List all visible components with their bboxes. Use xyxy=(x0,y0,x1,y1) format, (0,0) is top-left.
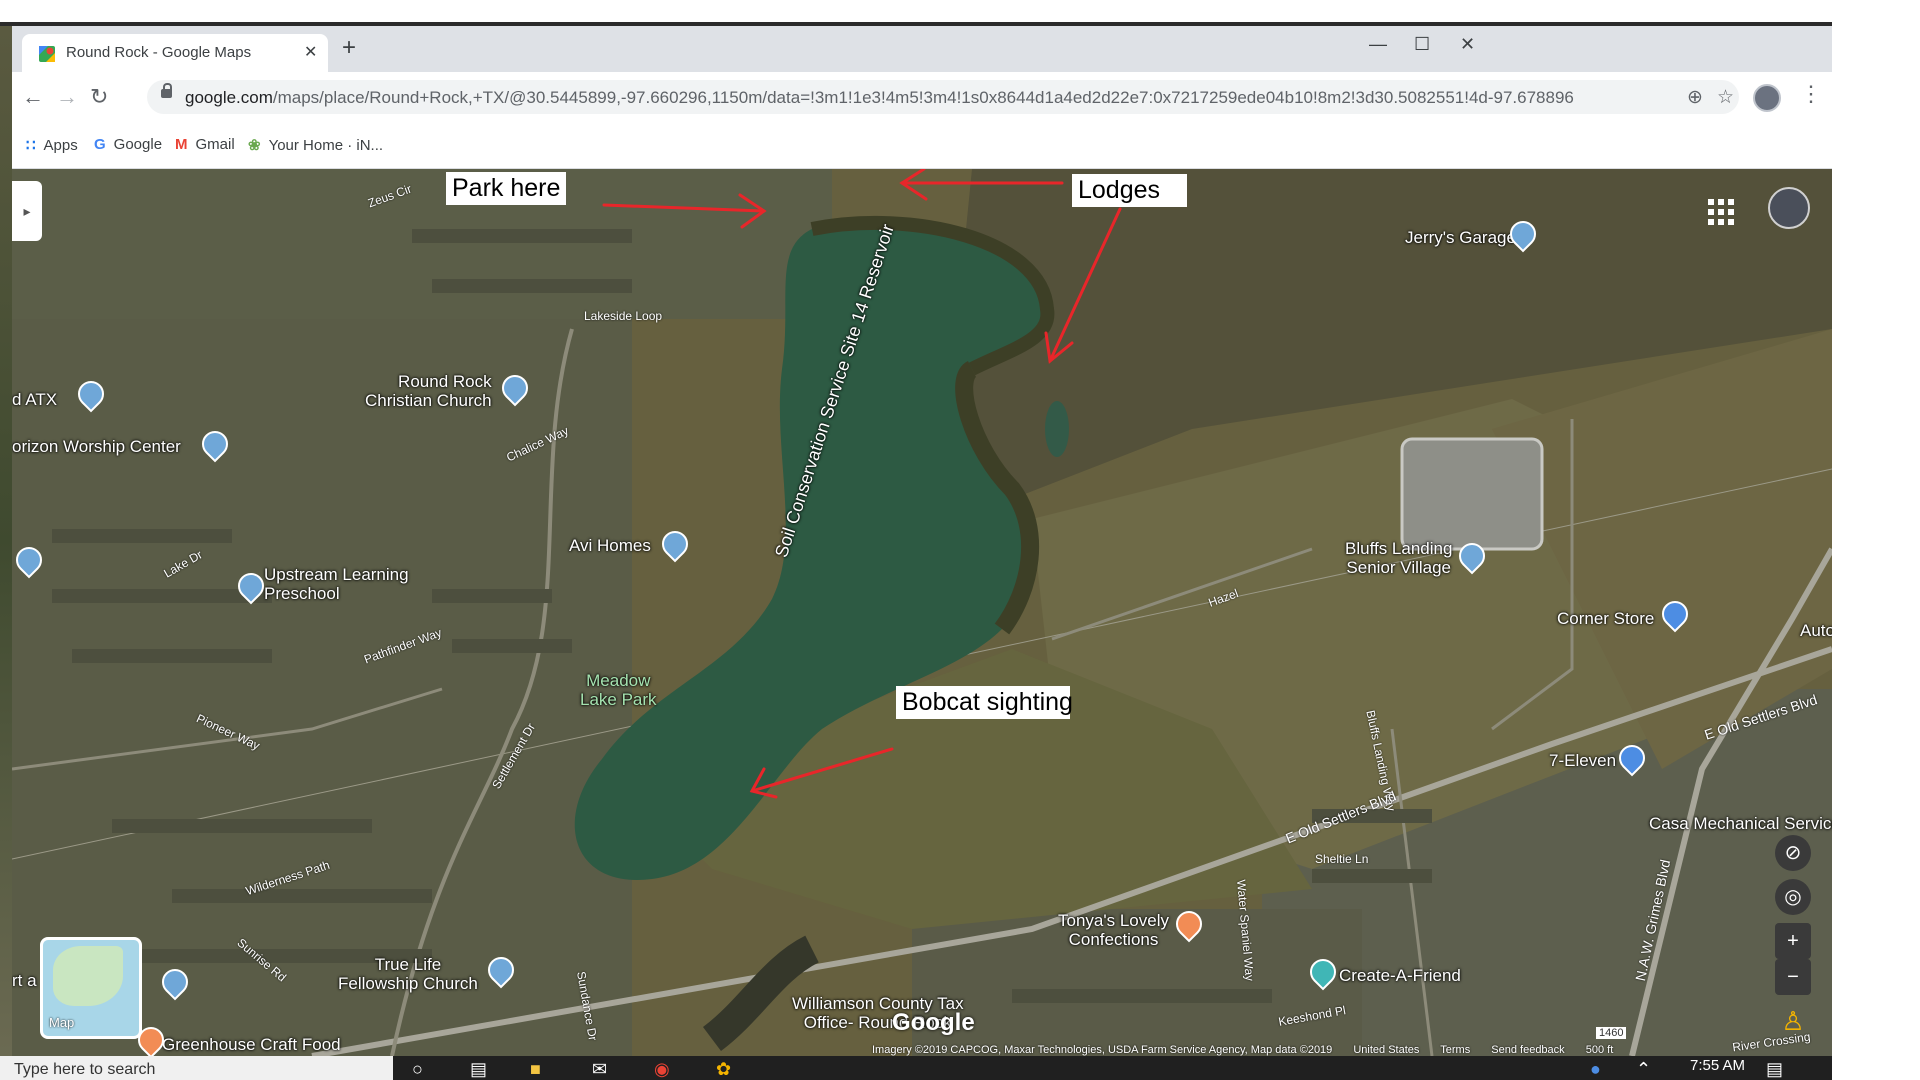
taskbar-search-placeholder: Type here to search xyxy=(14,1061,156,1078)
chrome-menu-icon[interactable]: ⋮ xyxy=(1800,81,1822,107)
place-corner-store[interactable]: Corner Store xyxy=(1557,609,1654,628)
desktop-background-edge xyxy=(0,26,12,1056)
show-hidden-icons-icon[interactable]: ⌃ xyxy=(1636,1059,1651,1080)
place-d-atx[interactable]: d ATX xyxy=(12,390,57,409)
route-shield: 1460 xyxy=(1596,1027,1627,1039)
place-create-a-friend[interactable]: Create-A-Friend xyxy=(1339,966,1461,985)
url-text[interactable]: google.com/maps/place/Round+Rock,+TX/@30… xyxy=(185,88,1574,108)
notifications-icon[interactable]: ▤ xyxy=(1766,1059,1783,1080)
place-tonyas-lovely-confections[interactable]: Tonya's Lovely Confections xyxy=(1058,911,1169,949)
paint-icon[interactable]: ✿ xyxy=(716,1059,731,1080)
windows-taskbar: Type here to search ○ ▤ ■ ✉ ◉ ✿ ● ⌃ 7:55… xyxy=(0,1056,1832,1080)
close-window-icon[interactable]: ✕ xyxy=(1460,34,1475,55)
file-explorer-icon[interactable]: ■ xyxy=(530,1059,541,1080)
terms-link[interactable]: Terms xyxy=(1440,1044,1470,1056)
street-label: Lakeside Loop xyxy=(584,309,663,323)
place-upstream-learning-preschool[interactable]: Upstream Learning Preschool xyxy=(264,565,409,603)
bookmark-apps[interactable]: ∷ Apps xyxy=(26,136,78,154)
plant-icon: ❀ xyxy=(248,137,261,154)
imagery-credit: Imagery ©2019 CAPCOG, Maxar Technologies… xyxy=(872,1044,1333,1056)
cortana-circle-icon[interactable]: ○ xyxy=(412,1059,423,1080)
place-true-life-fellowship-church[interactable]: True Life Fellowship Church xyxy=(338,955,478,993)
annotation-bobcat-sighting: Bobcat sighting xyxy=(896,686,1073,719)
place-bluffs-landing-senior-village[interactable]: Bluffs Landing Senior Village xyxy=(1345,539,1452,577)
bookmark-google[interactable]: G Google xyxy=(94,136,162,153)
url-domain: google.com xyxy=(185,88,273,107)
scale-bar[interactable]: 500 ft xyxy=(1586,1044,1614,1056)
install-app-icon[interactable]: ⊕ xyxy=(1687,86,1703,109)
reload-icon[interactable]: ↻ xyxy=(90,84,108,110)
place-meadow-lake-park[interactable]: Meadow Lake Park xyxy=(580,671,657,709)
google-g-icon: G xyxy=(94,136,106,153)
mail-icon[interactable]: ✉ xyxy=(592,1059,607,1080)
my-location-icon[interactable]: ◎ xyxy=(1775,879,1811,915)
map-footer: Imagery ©2019 CAPCOG, Maxar Technologies… xyxy=(872,1044,1631,1056)
browser-toolbar: ← → ↻ google.com/maps/place/Round+Rock,+… xyxy=(12,72,1832,122)
task-view-icon[interactable]: ▤ xyxy=(470,1059,487,1080)
back-arrow-icon[interactable]: ← xyxy=(22,84,44,110)
place-casa-mechanical-service[interactable]: Casa Mechanical Service xyxy=(1649,814,1832,833)
desktop-right-area xyxy=(1832,0,1920,1080)
minimap-thumbnail xyxy=(53,946,123,1006)
place-round-rock-christian-church[interactable]: Round Rock Christian Church xyxy=(365,372,492,410)
compass-icon[interactable]: ⊘ xyxy=(1775,835,1811,871)
account-avatar[interactable] xyxy=(1768,187,1810,229)
expand-side-panel-button[interactable]: ▸ xyxy=(12,181,42,241)
minimize-window-icon[interactable]: — xyxy=(1369,34,1387,55)
bookmarks-bar: ∷ Apps G Google M Gmail ❀ Your Home · iN... xyxy=(12,122,1832,169)
bookmark-label: Gmail xyxy=(195,136,235,153)
zoom-out-button[interactable]: − xyxy=(1775,959,1811,995)
gmail-icon: M xyxy=(175,136,188,153)
url-path: /maps/place/Round+Rock,+TX/@30.5445899,-… xyxy=(272,88,1574,107)
send-feedback-link[interactable]: Send feedback xyxy=(1491,1044,1564,1056)
bookmark-star-icon[interactable]: ☆ xyxy=(1717,86,1734,109)
bookmark-label: Your Home · iN... xyxy=(268,137,384,154)
street-label: Sheltie Ln xyxy=(1315,852,1369,866)
forward-arrow-icon[interactable]: → xyxy=(56,84,78,110)
minimap-label: Map xyxy=(49,1015,75,1030)
place-rt-a[interactable]: rt a xyxy=(12,971,37,990)
place-avi-homes[interactable]: Avi Homes xyxy=(569,536,651,555)
map-layer-toggle[interactable]: Map xyxy=(40,937,142,1039)
browser-window: Round Rock - Google Maps ✕ + — ☐ ✕ ← → ↻… xyxy=(12,26,1832,169)
place-auto[interactable]: Auto xyxy=(1800,621,1832,640)
street-view-pegman-icon[interactable]: ♙ xyxy=(1775,1003,1811,1039)
region-link[interactable]: United States xyxy=(1353,1044,1419,1056)
chrome-icon[interactable]: ◉ xyxy=(654,1059,670,1080)
tab-title: Round Rock - Google Maps xyxy=(66,44,252,61)
tab-google-maps[interactable]: Round Rock - Google Maps ✕ xyxy=(22,34,328,72)
bookmark-label: Google xyxy=(113,136,163,153)
google-maps-icon xyxy=(39,46,55,62)
profile-avatar[interactable] xyxy=(1753,84,1781,112)
place-jerrys-garage[interactable]: Jerry's Garage xyxy=(1405,228,1516,247)
place-7-eleven[interactable]: 7-Eleven xyxy=(1549,751,1616,770)
system-clock[interactable]: 7:55 AM xyxy=(1690,1057,1745,1074)
new-tab-button[interactable]: + xyxy=(342,36,356,60)
help-icon[interactable]: ● xyxy=(1590,1059,1601,1080)
close-tab-icon[interactable]: ✕ xyxy=(304,42,317,62)
bookmark-label: Apps xyxy=(43,137,78,154)
apps-grid-icon: ∷ xyxy=(26,137,36,154)
google-apps-icon[interactable] xyxy=(1708,199,1734,225)
taskbar-search-box[interactable]: Type here to search xyxy=(0,1056,393,1080)
bookmark-gmail[interactable]: M Gmail xyxy=(175,136,235,153)
place-horizon-worship-center[interactable]: orizon Worship Center xyxy=(12,437,181,456)
address-bar[interactable]: google.com/maps/place/Round+Rock,+TX/@30… xyxy=(147,80,1739,114)
annotation-lodges: Lodges xyxy=(1072,174,1187,207)
bookmark-your-home[interactable]: ❀ Your Home · iN... xyxy=(248,136,383,154)
lock-icon xyxy=(161,83,172,98)
maximize-window-icon[interactable]: ☐ xyxy=(1414,34,1430,55)
annotation-park-here: Park here xyxy=(446,172,567,205)
google-logo: Google xyxy=(892,1009,975,1036)
place-greenhouse-craft-food[interactable]: Greenhouse Craft Food xyxy=(162,1035,341,1054)
tab-strip: Round Rock - Google Maps ✕ + — ☐ ✕ xyxy=(12,26,1832,72)
zoom-in-button[interactable]: + xyxy=(1775,923,1811,959)
satellite-map[interactable]: ▸ Park here Lodges Bobcat sighting Jerry… xyxy=(12,169,1832,1056)
